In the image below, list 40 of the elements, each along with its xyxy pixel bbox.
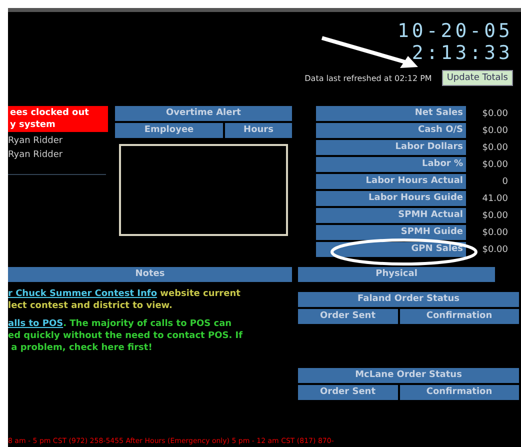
metric-value: 0 <box>501 176 508 186</box>
metric-value: $0.00 <box>481 210 508 220</box>
metric-label: GPN Sales <box>316 242 466 257</box>
table-header: Faland Order Status <box>298 292 519 307</box>
metric-value: $0.00 <box>481 228 508 238</box>
clock-date: 10-20-05 <box>397 20 513 42</box>
metric-value: $0.00 <box>481 244 508 254</box>
metric-label: Labor Hours Actual <box>316 174 466 189</box>
clock-time: 2:13:33 <box>412 42 513 64</box>
column-header: Order Sent <box>298 309 398 324</box>
update-totals-button[interactable]: Update Totals <box>442 70 513 86</box>
metric-label: Labor % <box>316 157 466 172</box>
metric-value: $0.00 <box>481 126 508 136</box>
refresh-status: Data last refreshed at 02:12 PM <box>304 74 432 82</box>
metric-label: SPMH Actual <box>316 208 466 223</box>
metric-value: $0.00 <box>481 142 508 152</box>
metric-value: $0.00 <box>481 160 508 170</box>
column-header: Employee <box>115 123 223 138</box>
note-link[interactable]: r Chuck Summer Contest Info <box>8 289 158 299</box>
note-link[interactable]: alls to POS <box>8 319 64 329</box>
metric-label: SPMH Guide <box>316 225 466 240</box>
column-header: Hours <box>225 123 292 138</box>
column-header: Order Sent <box>298 385 398 400</box>
notes-header: Notes <box>8 267 292 282</box>
note-text: alls to POS. The majority of calls to POS can ed quickly without the need to contact POS. If a problem, check here first! <box>8 318 244 354</box>
metric-label: Labor Dollars <box>316 140 466 155</box>
employee-name: Ryan Ridder <box>8 136 64 146</box>
metric-label: Net Sales <box>316 106 466 121</box>
table-header: Overtime Alert <box>115 106 292 121</box>
note-text: r Chuck Summer Contest Info website current lect contest and district to view. <box>8 288 242 312</box>
clocked-out-alert: ees clocked out y system <box>8 106 108 132</box>
table-header: McLane Order Status <box>298 368 519 383</box>
metric-value: 41.00 <box>481 194 508 204</box>
metric-label: Cash O/S <box>316 123 466 138</box>
metric-label: Labor Hours Guide <box>316 191 466 206</box>
column-header: Confirmation <box>400 385 519 400</box>
employee-name: Ryan Ridder <box>8 150 64 160</box>
physical-button[interactable]: Physical <box>298 267 495 282</box>
metric-value: $0.00 <box>481 108 508 118</box>
column-header: Confirmation <box>400 309 519 324</box>
